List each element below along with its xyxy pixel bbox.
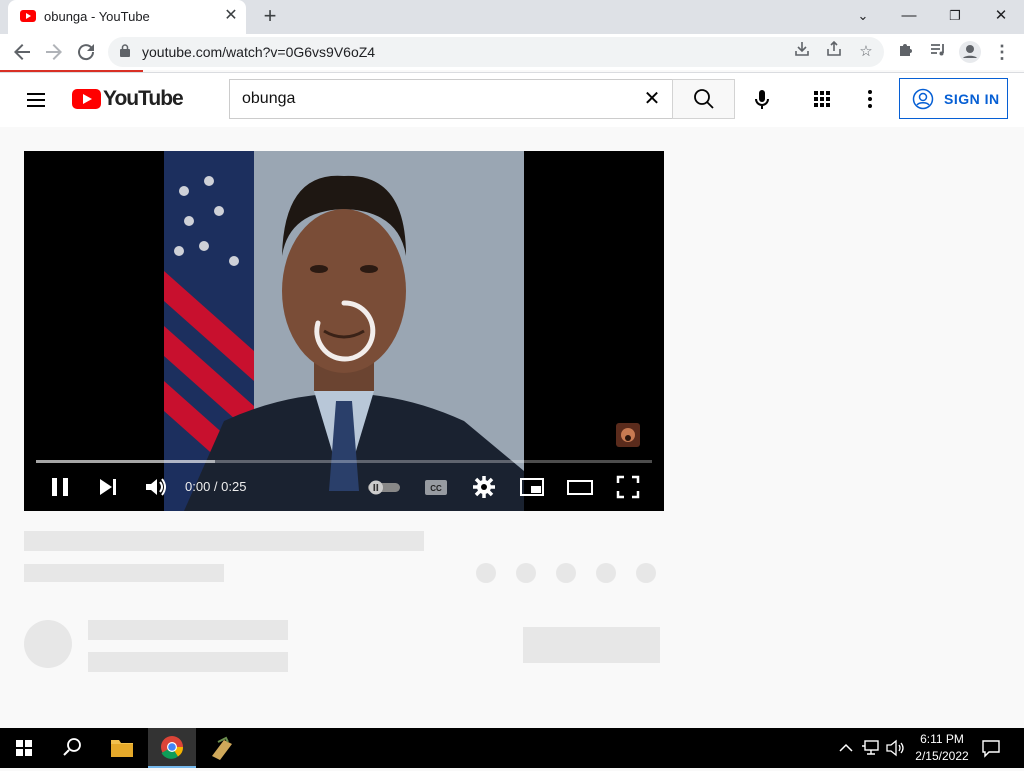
browser-tab-strip: obunga - YouTube ✕ + ⌄ — ❐ ✕	[0, 0, 1024, 34]
clock-time[interactable]: 6:11 PM	[918, 732, 966, 746]
action-placeholder	[476, 563, 496, 583]
windows-taskbar: 6:11 PM 2/15/2022	[0, 728, 1024, 768]
lock-icon[interactable]	[120, 44, 130, 57]
chrome-icon	[161, 736, 184, 759]
autoplay-toggle[interactable]	[366, 473, 402, 501]
clear-search-icon[interactable]: ✕	[640, 87, 664, 111]
url-text[interactable]: youtube.com/watch?v=0G6vs9V6oZ4	[142, 44, 375, 60]
install-app-icon[interactable]	[790, 40, 814, 64]
address-bar[interactable]: youtube.com/watch?v=0G6vs9V6oZ4 ☆	[108, 37, 884, 67]
subscribers-placeholder	[88, 652, 288, 672]
sign-in-label: SIGN IN	[944, 91, 1000, 107]
close-window-button[interactable]: ✕	[978, 2, 1024, 30]
hamburger-menu-icon[interactable]	[24, 89, 48, 113]
youtube-play-logo-icon	[72, 89, 101, 109]
browser-tab[interactable]: obunga - YouTube ✕	[8, 0, 246, 34]
youtube-favicon-icon	[20, 10, 36, 22]
time-display: 0:00 / 0:25	[185, 479, 247, 494]
action-center-notification-icon[interactable]	[980, 737, 1002, 759]
file-explorer-icon[interactable]	[98, 728, 146, 768]
clock-date[interactable]: 2/15/2022	[912, 749, 972, 763]
windows-start-icon[interactable]	[0, 728, 48, 768]
pause-button[interactable]	[46, 473, 74, 501]
volume-button[interactable]	[142, 473, 170, 501]
svg-text:CC: CC	[430, 484, 442, 493]
progress-bar[interactable]	[36, 460, 652, 463]
back-arrow-icon[interactable]	[10, 40, 34, 64]
action-placeholder	[636, 563, 656, 583]
tab-search-icon[interactable]: ⌄	[840, 2, 886, 30]
search-input-value[interactable]: obunga	[242, 90, 295, 108]
youtube-logo-text: YouTube	[103, 87, 184, 110]
fullscreen-button[interactable]	[614, 473, 642, 501]
share-icon[interactable]	[822, 40, 846, 64]
browser-toolbar: youtube.com/watch?v=0G6vs9V6oZ4 ☆ ⋮	[0, 34, 1024, 70]
youtube-logo[interactable]: YouTube	[72, 87, 184, 111]
new-tab-button[interactable]: +	[258, 4, 282, 28]
search-button[interactable]	[672, 79, 735, 119]
loading-spinner-icon	[314, 300, 376, 362]
tab-title: obunga - YouTube	[44, 9, 150, 24]
show-hidden-icons-chevron-icon[interactable]	[836, 738, 856, 758]
speaker-volume-icon[interactable]	[884, 738, 906, 758]
channel-avatar-placeholder	[24, 620, 72, 668]
taskbar-search-icon[interactable]	[48, 728, 96, 768]
network-icon[interactable]	[860, 738, 882, 758]
chrome-taskbar-button[interactable]	[148, 728, 196, 768]
action-placeholder	[596, 563, 616, 583]
media-controls-icon[interactable]	[926, 40, 950, 64]
subtitles-cc-button[interactable]: CC	[422, 473, 450, 501]
progress-buffered	[36, 460, 215, 463]
video-player[interactable]: 0:00 / 0:25 CC	[24, 151, 664, 511]
settings-gear-icon[interactable]	[470, 473, 498, 501]
channel-watermark-icon[interactable]	[616, 423, 640, 447]
settings-more-icon[interactable]	[858, 87, 882, 111]
browser-menu-icon[interactable]: ⋮	[990, 40, 1014, 64]
minimize-button[interactable]: —	[886, 2, 932, 30]
profile-avatar-icon[interactable]	[958, 40, 982, 64]
youtube-masthead: YouTube obunga ✕ SIGN IN	[0, 73, 1024, 127]
search-input[interactable]: obunga ✕	[229, 79, 672, 119]
extensions-puzzle-icon[interactable]	[894, 40, 918, 64]
search-icon	[694, 89, 714, 109]
title-placeholder	[24, 531, 424, 551]
sign-in-button[interactable]: SIGN IN	[899, 78, 1008, 119]
subscribe-button-placeholder	[523, 627, 660, 663]
theater-mode-button[interactable]	[566, 473, 594, 501]
channel-name-placeholder	[88, 620, 288, 640]
forward-arrow-icon[interactable]	[42, 40, 66, 64]
microphone-icon	[755, 90, 769, 109]
views-placeholder	[24, 564, 224, 582]
miniplayer-button[interactable]	[518, 473, 546, 501]
next-video-button[interactable]	[94, 473, 122, 501]
voice-search-button[interactable]	[746, 83, 778, 115]
close-tab-icon[interactable]: ✕	[222, 7, 240, 25]
bookmark-star-icon[interactable]: ☆	[854, 40, 878, 64]
app-pinned-icon[interactable]	[198, 728, 246, 768]
action-placeholder	[516, 563, 536, 583]
restore-button[interactable]: ❐	[932, 2, 978, 30]
reload-icon[interactable]	[74, 40, 98, 64]
account-circle-icon	[912, 88, 934, 110]
action-placeholder	[556, 563, 576, 583]
youtube-apps-grid-icon[interactable]	[810, 87, 834, 111]
